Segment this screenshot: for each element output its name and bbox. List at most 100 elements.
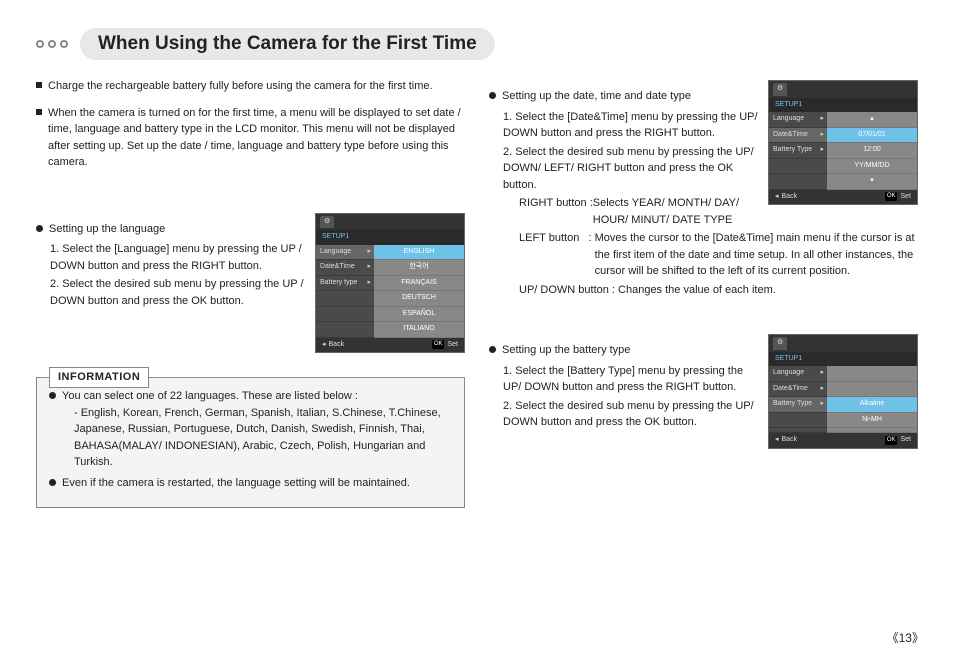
lcd-menu-item: Battery type▸	[316, 276, 374, 292]
lcd-footer: ◂ Back OK Set	[769, 433, 917, 448]
lcd-value: Alkaline	[827, 397, 917, 413]
chevron-right-icon: ▸	[367, 247, 371, 258]
def-text: Moves the cursor to the [Date&Time] main…	[595, 230, 918, 280]
lcd-footer: ◂ Back OK Set	[769, 190, 917, 205]
lcd-option: FRANÇAIS	[374, 276, 464, 292]
info-item: Even if the camera is restarted, the lan…	[49, 475, 452, 492]
chevron-right-icon: ▸	[820, 130, 824, 141]
round-bullet-icon	[489, 92, 496, 99]
step-text: 1. Select the [Language] menu by pressin…	[50, 241, 305, 274]
chevron-right-icon: ▸	[820, 384, 824, 395]
section-heading: Setting up the date, time and date type	[489, 88, 758, 105]
lcd-ok-hint: OK Set	[885, 192, 911, 203]
square-bullet-icon	[36, 109, 42, 115]
lcd-menu-item: Language▸	[316, 245, 374, 261]
lcd-menu-blank	[769, 428, 827, 433]
button-definition: UP/ DOWN button : Changes the value of e…	[519, 282, 918, 299]
lcd-menu-blank	[769, 159, 827, 175]
decor-dot	[60, 40, 68, 48]
lcd-tab-icon: ⚙	[773, 337, 787, 350]
lcd-option: ITALIANO	[374, 322, 464, 338]
page-title: When Using the Camera for the First Time	[80, 28, 495, 60]
lcd-menu-blank	[316, 322, 374, 338]
lcd-ok-hint: OK Set	[432, 340, 458, 351]
intro-paragraph-2: When the camera is turned on for the fir…	[36, 105, 465, 171]
step-text: 2. Select the desired sub menu by pressi…	[503, 398, 758, 431]
round-bullet-icon	[489, 346, 496, 353]
section-heading: Setting up the language	[36, 221, 305, 238]
info-text: You can select one of 22 languages. Thes…	[62, 388, 452, 405]
lcd-menu-title: SETUP1	[316, 230, 464, 245]
information-label: INFORMATION	[49, 367, 149, 388]
heading-text: Setting up the date, time and date type	[502, 88, 691, 105]
content-columns: Charge the rechargeable battery fully be…	[36, 78, 918, 508]
lcd-preview-language: ⚙ SETUP1 Language▸ENGLISH Date&Time▸한국어 …	[315, 213, 465, 354]
section-heading: Setting up the battery type	[489, 342, 758, 359]
language-section: Setting up the language 1. Select the [L…	[36, 211, 465, 354]
page-title-bar: When Using the Camera for the First Time	[36, 28, 918, 60]
lcd-option: ENGLISH	[374, 245, 464, 261]
battery-section: Setting up the battery type 1. Select th…	[489, 332, 918, 449]
chevron-right-icon: ▸	[820, 114, 824, 125]
step-text: 2. Select the desired sub menu by pressi…	[50, 276, 305, 309]
def-label: LEFT button :	[519, 230, 595, 280]
lcd-tab-bar: ⚙	[769, 335, 917, 352]
lcd-menu-item: Battery Type▸	[769, 397, 827, 413]
paragraph-text: Charge the rechargeable battery fully be…	[48, 78, 433, 95]
lcd-value: Ni-MH	[827, 413, 917, 429]
lcd-preview-battery: ⚙ SETUP1 Language▸ Date&Time▸ Battery Ty…	[768, 334, 918, 449]
lcd-tab-icon: ⚙	[773, 83, 787, 96]
lcd-value: 12:00	[827, 143, 917, 159]
info-text: Even if the camera is restarted, the lan…	[62, 475, 410, 492]
step-text: 1. Select the [Date&Time] menu by pressi…	[503, 109, 758, 142]
chevron-right-icon: ▸	[820, 145, 824, 156]
lcd-value: YY/MM/DD	[827, 159, 917, 175]
right-column: Setting up the date, time and date type …	[489, 78, 918, 508]
lcd-menu-item: Date&Time▸	[769, 382, 827, 398]
def-label: RIGHT button :	[519, 195, 593, 228]
lcd-tab-bar: ⚙	[316, 214, 464, 231]
chevron-right-icon: ▸	[367, 278, 371, 289]
lcd-value: ▾	[827, 174, 917, 190]
def-text: Selects YEAR/ MONTH/ DAY/ HOUR/ MINUT/ D…	[593, 195, 758, 228]
button-definition: RIGHT button : Selects YEAR/ MONTH/ DAY/…	[519, 195, 758, 228]
paragraph-text: When the camera is turned on for the fir…	[48, 105, 465, 171]
lcd-value	[827, 366, 917, 382]
lcd-menu-item: Date&Time▸	[316, 260, 374, 276]
lcd-option: 한국어	[374, 260, 464, 276]
lcd-menu-item: Battery Type▸	[769, 143, 827, 159]
info-item: You can select one of 22 languages. Thes…	[49, 388, 452, 471]
decor-dot	[48, 40, 56, 48]
lcd-value	[827, 428, 917, 433]
lcd-back-hint: ◂ Back	[322, 340, 344, 351]
lcd-menu-item: Language▸	[769, 112, 827, 128]
lcd-value: ▴	[827, 112, 917, 128]
lcd-preview-datetime: ⚙ SETUP1 Language▸▴ Date&Time▸07/01/01 B…	[768, 80, 918, 205]
lcd-option: DEUTSCH	[374, 291, 464, 307]
datetime-section: Setting up the date, time and date type …	[489, 78, 918, 230]
lcd-tab-icon: ⚙	[320, 216, 334, 229]
square-bullet-icon	[36, 82, 42, 88]
step-text: 2. Select the desired sub menu by pressi…	[503, 144, 758, 194]
chevron-right-icon: ▸	[367, 262, 371, 273]
decor-dot	[36, 40, 44, 48]
lcd-footer: ◂ Back OK Set	[316, 338, 464, 353]
round-bullet-icon	[49, 392, 56, 399]
lcd-menu-blank	[769, 413, 827, 429]
intro-paragraph-1: Charge the rechargeable battery fully be…	[36, 78, 465, 95]
lcd-menu-blank	[769, 174, 827, 190]
lcd-back-hint: ◂ Back	[775, 435, 797, 446]
chevron-right-icon: ▸	[820, 368, 824, 379]
lcd-ok-hint: OK Set	[885, 435, 911, 446]
lcd-menu-item: Language▸	[769, 366, 827, 382]
left-column: Charge the rechargeable battery fully be…	[36, 78, 465, 508]
heading-text: Setting up the battery type	[502, 342, 630, 359]
info-sub-text: - English, Korean, French, German, Spani…	[74, 405, 452, 471]
button-definition: LEFT button : Moves the cursor to the [D…	[519, 230, 918, 280]
information-box: INFORMATION You can select one of 22 lan…	[36, 377, 465, 508]
lcd-menu-item: Date&Time▸	[769, 128, 827, 144]
lcd-menu-title: SETUP1	[769, 98, 917, 113]
heading-text: Setting up the language	[49, 221, 165, 238]
lcd-menu-blank	[316, 291, 374, 307]
page-number: 13	[887, 629, 924, 646]
